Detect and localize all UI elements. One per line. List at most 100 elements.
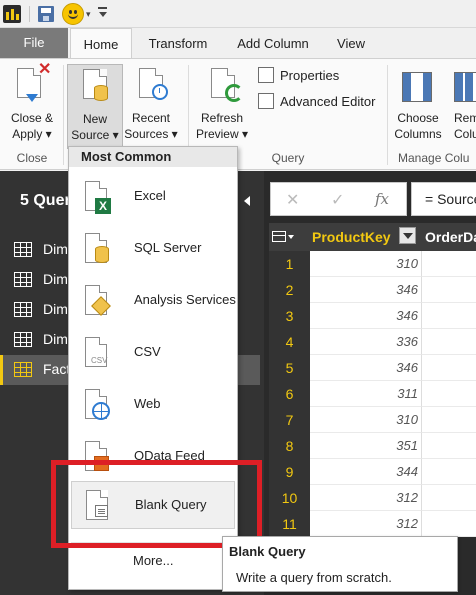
row-number: 3 <box>269 303 310 329</box>
insert-function-icon[interactable]: fx <box>375 190 389 208</box>
cell-value[interactable]: 346 <box>310 355 421 381</box>
properties-label: Properties <box>280 68 340 83</box>
menu-item-sql-server[interactable]: SQL Server <box>71 225 235 273</box>
menu-item-excel[interactable]: X Excel <box>71 173 235 221</box>
cell[interactable] <box>421 485 476 511</box>
refresh-preview-button[interactable]: Refresh Preview ▾ <box>193 64 251 149</box>
table-row: 5 346 <box>269 355 476 381</box>
row-number: 2 <box>269 277 310 303</box>
refresh-preview-label-1: Refresh <box>200 111 244 125</box>
close-icon: ✕ <box>38 61 52 78</box>
tab-transform[interactable]: Transform <box>140 28 216 58</box>
cancel-formula-icon[interactable]: ✕ <box>286 190 299 210</box>
table-row: 7 310 <box>269 407 476 433</box>
menu-item-label: Excel <box>134 188 166 203</box>
properties-button[interactable]: Properties <box>258 67 380 87</box>
collapse-pane-icon[interactable] <box>244 196 250 206</box>
recent-sources-label-2: Sources ▾ <box>124 127 178 141</box>
table-row: 1 310 <box>269 251 476 277</box>
choose-columns-button[interactable]: Choose Columns <box>390 64 446 149</box>
cell-value[interactable]: 351 <box>310 433 421 459</box>
title-bar: ▾ <box>0 0 476 28</box>
cell[interactable] <box>421 329 476 355</box>
commit-formula-icon[interactable]: ✓ <box>331 190 344 210</box>
save-icon[interactable] <box>38 6 54 22</box>
choose-columns-label-2: Columns <box>394 127 442 141</box>
divider <box>63 65 64 165</box>
recent-sources-button[interactable]: Recent Sources ▾ <box>123 64 179 149</box>
properties-icon <box>258 67 274 83</box>
csv-icon: CSV <box>85 337 107 367</box>
row-number: 1 <box>269 251 310 277</box>
blank-query-tooltip: Blank Query Write a query from scratch. <box>222 536 458 592</box>
table-row: 11 312 <box>269 511 476 537</box>
refresh-preview-label-2: Preview ▾ <box>195 127 249 141</box>
web-icon <box>85 389 110 420</box>
cell-value[interactable]: 312 <box>310 485 421 511</box>
recent-sources-label-1: Recent <box>131 111 171 125</box>
menu-item-web[interactable]: Web <box>71 381 235 429</box>
row-number: 5 <box>269 355 310 381</box>
apply-arrow-icon <box>26 94 38 102</box>
query-item-label: Dim <box>43 301 68 317</box>
new-source-button[interactable]: New Source ▾ <box>67 64 123 149</box>
customize-quick-access-icon[interactable] <box>98 7 107 19</box>
cell-value[interactable]: 312 <box>310 511 421 537</box>
table-menu-icon[interactable] <box>272 228 294 245</box>
menu-item-label: Web <box>134 396 161 411</box>
menu-item-label: SQL Server <box>134 240 202 255</box>
tab-view[interactable]: View <box>328 28 374 58</box>
query-item-label: Dim <box>43 271 68 287</box>
menu-item-analysis-services[interactable]: Analysis Services <box>71 277 236 325</box>
cell-value[interactable]: 346 <box>310 303 421 329</box>
row-number: 10 <box>269 485 310 511</box>
close-apply-button[interactable]: ✕ Close & Apply ▾ <box>4 61 60 149</box>
tab-home[interactable]: Home <box>70 28 132 59</box>
remove-columns-button[interactable]: Rem Colu <box>448 64 476 149</box>
clock-icon <box>152 84 168 100</box>
smile-feedback-icon[interactable] <box>62 3 84 25</box>
advanced-editor-button[interactable]: Advanced Editor <box>258 93 380 113</box>
ribbon-tabs: File Home Transform Add Column View <box>0 28 476 59</box>
cell-value[interactable]: 346 <box>310 277 421 303</box>
table-icon <box>14 362 32 377</box>
cell-value[interactable]: 311 <box>310 381 421 407</box>
close-apply-label-2: Apply ▾ <box>12 127 52 141</box>
cell[interactable] <box>421 355 476 381</box>
database-icon <box>94 85 108 101</box>
formula-input[interactable]: = Source <box>411 182 476 216</box>
cell[interactable] <box>421 407 476 433</box>
close-apply-label-1: Close & <box>10 111 54 125</box>
cell[interactable] <box>421 511 476 537</box>
table-icon <box>14 332 32 347</box>
cell-value[interactable]: 310 <box>310 251 421 277</box>
table-icon <box>14 302 32 317</box>
column-header-productkey[interactable]: ProductKey <box>312 229 391 245</box>
cell[interactable] <box>421 277 476 303</box>
tab-add-column[interactable]: Add Column <box>226 28 320 58</box>
column-header-orderdate[interactable]: OrderDa <box>425 229 476 245</box>
cell-value[interactable]: 344 <box>310 459 421 485</box>
tooltip-description: Write a query from scratch. <box>236 570 392 585</box>
divider <box>29 6 30 22</box>
cell[interactable] <box>421 459 476 485</box>
menu-item-csv[interactable]: CSV CSV <box>71 329 235 377</box>
cell[interactable] <box>421 251 476 277</box>
cell[interactable] <box>421 381 476 407</box>
cell-value[interactable]: 336 <box>310 329 421 355</box>
column-filter-dropdown-icon[interactable] <box>399 227 416 244</box>
analysis-services-icon <box>85 285 111 316</box>
cell-value[interactable]: 310 <box>310 407 421 433</box>
row-number: 8 <box>269 433 310 459</box>
row-number: 4 <box>269 329 310 355</box>
divider <box>387 65 388 165</box>
row-number: 11 <box>269 511 310 537</box>
feedback-dropdown-icon[interactable]: ▾ <box>86 9 91 20</box>
cell[interactable] <box>421 433 476 459</box>
refresh-icon <box>225 84 243 102</box>
menu-item-more[interactable]: More... <box>133 553 173 568</box>
group-label-close: Close <box>16 151 48 165</box>
cell[interactable] <box>421 303 476 329</box>
tab-file[interactable]: File <box>0 28 68 58</box>
table-icon <box>14 242 32 257</box>
